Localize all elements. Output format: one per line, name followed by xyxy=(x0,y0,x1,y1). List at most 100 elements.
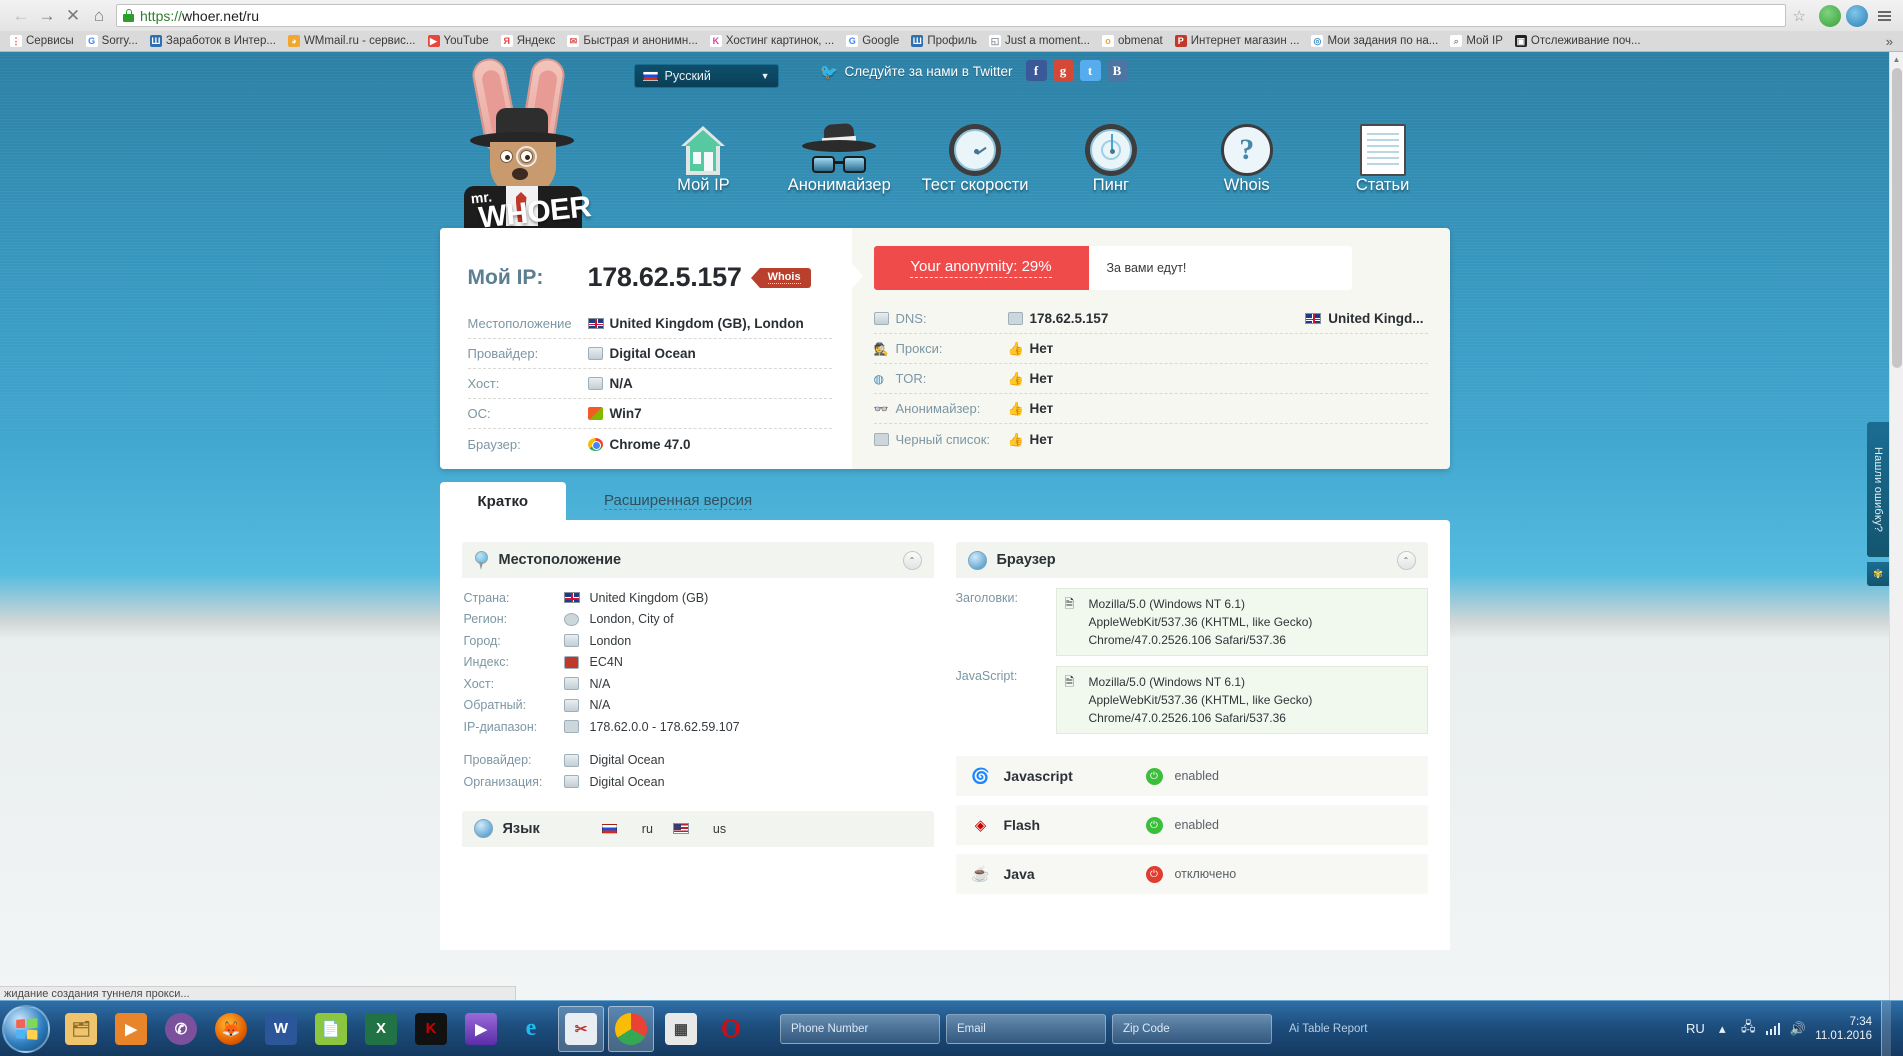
dns-icon xyxy=(873,312,896,325)
facebook-icon[interactable]: f xyxy=(1025,60,1047,81)
chrome-menu-icon[interactable] xyxy=(1873,5,1895,27)
nav-item-speed-test[interactable]: Тест скорости xyxy=(907,112,1043,195)
bookmark-item[interactable]: ◎ Мои задания по на... xyxy=(1305,32,1444,50)
language-panel-header: Язык ru us xyxy=(461,810,934,847)
twitter-icon[interactable]: t xyxy=(1079,60,1101,81)
bookmark-item[interactable]: ▣ Отслеживание поч... xyxy=(1509,32,1647,50)
nav-item-my-ip[interactable]: Мой IP xyxy=(636,112,772,195)
question-mark-icon: ? xyxy=(1179,112,1315,176)
bookmark-label: Яндекс xyxy=(516,35,556,47)
show-desktop-button[interactable] xyxy=(1881,1000,1891,1056)
media-player-icon[interactable]: ▶ xyxy=(108,1006,154,1052)
tray-expand-icon[interactable]: ▴ xyxy=(1714,1020,1731,1037)
bookmark-item[interactable]: Р Интернет магазин ... xyxy=(1169,32,1306,50)
bookmark-favicon: ▶ xyxy=(427,35,440,47)
kaspersky-icon[interactable]: K xyxy=(408,1006,454,1052)
bookmark-item[interactable]: Я Яндекс xyxy=(495,32,562,50)
tab-extended[interactable]: Расширенная версия xyxy=(566,482,790,520)
thumbs-up-icon: 👍 xyxy=(1007,371,1024,386)
nav-label: Анонимайзер xyxy=(787,176,891,194)
opera-icon[interactable]: O xyxy=(708,1006,754,1052)
vk-icon[interactable]: B xyxy=(1106,60,1128,81)
bookmark-item[interactable]: о obmenat xyxy=(1096,32,1169,50)
taskbar-clock[interactable]: 7:34 11.01.2016 xyxy=(1815,1015,1872,1043)
back-arrow-icon[interactable]: ← xyxy=(8,3,34,29)
table-row: Черный список: 👍 Нет xyxy=(873,424,1428,454)
foxit-icon[interactable]: 📄 xyxy=(308,1006,354,1052)
nav-item-articles[interactable]: Статьи xyxy=(1315,112,1451,195)
anonymity-badge[interactable]: Your anonymity: 29% xyxy=(873,246,1089,290)
collapse-icon[interactable]: ⌃ xyxy=(902,550,922,570)
bookmarks-overflow-icon[interactable]: » xyxy=(1886,34,1899,49)
volume-icon[interactable]: 🔊 xyxy=(1789,1020,1806,1037)
gear-icon[interactable]: ✾ xyxy=(1867,562,1889,586)
nav-item-anonymizer[interactable]: Анонимайзер xyxy=(771,112,907,195)
taskbar-window-item[interactable]: Email xyxy=(946,1013,1106,1044)
kmplayer-icon[interactable]: ▶ xyxy=(458,1006,504,1052)
nav-label: Мой IP xyxy=(677,176,730,194)
tab-short[interactable]: Кратко xyxy=(439,482,566,520)
row-label: Организация: xyxy=(463,774,543,789)
row-label: Черный список: xyxy=(895,431,991,447)
twitter-follow-link[interactable]: 🐦 Следуйте за нами в Twitter xyxy=(820,64,1013,80)
bookmark-item[interactable]: ◱ Just a moment... xyxy=(983,32,1096,50)
address-bar[interactable]: https:// whoer.net/ru xyxy=(116,4,1786,27)
forward-arrow-icon[interactable]: → xyxy=(34,3,60,29)
explorer-icon[interactable]: 🗂 xyxy=(58,1006,104,1052)
word-icon[interactable]: W xyxy=(258,1006,304,1052)
taskbar-window-item[interactable]: Phone Number xyxy=(780,1013,940,1044)
excel-icon[interactable]: X xyxy=(358,1006,404,1052)
chrome-icon[interactable] xyxy=(608,1005,654,1052)
whois-button[interactable]: Whois xyxy=(750,267,811,288)
bookmark-item[interactable]: Ш Заработок в Интер... xyxy=(144,32,282,50)
whoer-logo[interactable]: mr. WHOER xyxy=(450,55,610,234)
language-select[interactable]: Русский ▼ xyxy=(633,64,779,88)
taskbar-window-item[interactable]: Zip Code xyxy=(1112,1013,1272,1044)
stop-icon[interactable]: ✕ xyxy=(60,3,86,29)
google-plus-icon[interactable]: g xyxy=(1052,60,1074,81)
vertical-scrollbar[interactable]: ▲ xyxy=(1889,52,1903,1000)
bookmark-item[interactable]: G Sorry... xyxy=(80,32,144,50)
bookmark-item[interactable]: ◕ WMmail.ru - сервис... xyxy=(282,32,422,50)
row-value: N/A xyxy=(589,676,611,691)
signal-bars-icon[interactable] xyxy=(1765,1022,1781,1035)
feedback-tab[interactable]: Нашли ошибку? xyxy=(1867,422,1889,557)
bookmark-item[interactable]: Ш Профиль xyxy=(905,32,983,50)
bookmark-item[interactable]: ⋮ Сервисы xyxy=(4,32,80,50)
app-grid-icon[interactable]: ▦ xyxy=(658,1006,704,1052)
windows-start-icon[interactable] xyxy=(2,1004,50,1053)
language-indicator[interactable]: RU xyxy=(1686,1021,1705,1036)
network-error-icon[interactable]: 🖧 xyxy=(1740,1019,1757,1037)
bookmark-item[interactable]: ✉ Быстрая и анонимн... xyxy=(561,32,703,50)
feature-status: отключено xyxy=(1174,867,1237,881)
language-icon xyxy=(473,819,493,838)
scrollbar-thumb[interactable] xyxy=(1892,68,1902,368)
taskbar-window-item[interactable]: Ai Table Report xyxy=(1278,1014,1438,1044)
hat-glasses-icon xyxy=(771,112,907,176)
provider-icon xyxy=(587,347,610,360)
page-viewport: mr. WHOER Русский ▼ 🐦 Следуйте за нами в… xyxy=(0,52,1903,1000)
bookmark-star-icon[interactable]: ☆ xyxy=(1793,7,1806,25)
feature-status: enabled xyxy=(1174,769,1220,783)
bookmark-item[interactable]: ▶ YouTube xyxy=(422,32,495,50)
flag-ru-icon xyxy=(642,71,658,81)
internet-explorer-icon[interactable]: e xyxy=(508,1006,554,1052)
list-item: Индекс: EC4N xyxy=(464,652,922,674)
viber-icon[interactable]: ✆ xyxy=(158,1006,204,1052)
firefox-icon[interactable]: 🦊 xyxy=(208,1006,254,1052)
bookmark-item[interactable]: K Хостинг картинок, ... xyxy=(704,32,840,50)
scroll-up-arrow-icon[interactable]: ▲ xyxy=(1890,52,1903,66)
extension-blue-icon[interactable] xyxy=(1846,4,1868,27)
home-icon[interactable]: ⌂ xyxy=(86,3,112,29)
row-value: United Kingdom (GB), London xyxy=(609,316,804,331)
bookmark-favicon: Ш xyxy=(149,35,162,47)
nav-item-ping[interactable]: Пинг xyxy=(1043,112,1179,195)
bookmark-item[interactable]: G Google xyxy=(840,32,905,50)
bookmark-item[interactable]: ⌕ Мой IP xyxy=(1444,32,1509,50)
nav-item-whois[interactable]: ? Whois xyxy=(1179,112,1315,195)
row-value: N/A xyxy=(609,376,633,391)
snipping-tool-icon[interactable]: ✂ xyxy=(558,1005,604,1052)
extension-green-icon[interactable] xyxy=(1819,4,1841,27)
collapse-icon[interactable]: ⌃ xyxy=(1396,550,1416,570)
chrome-icon xyxy=(587,437,610,451)
